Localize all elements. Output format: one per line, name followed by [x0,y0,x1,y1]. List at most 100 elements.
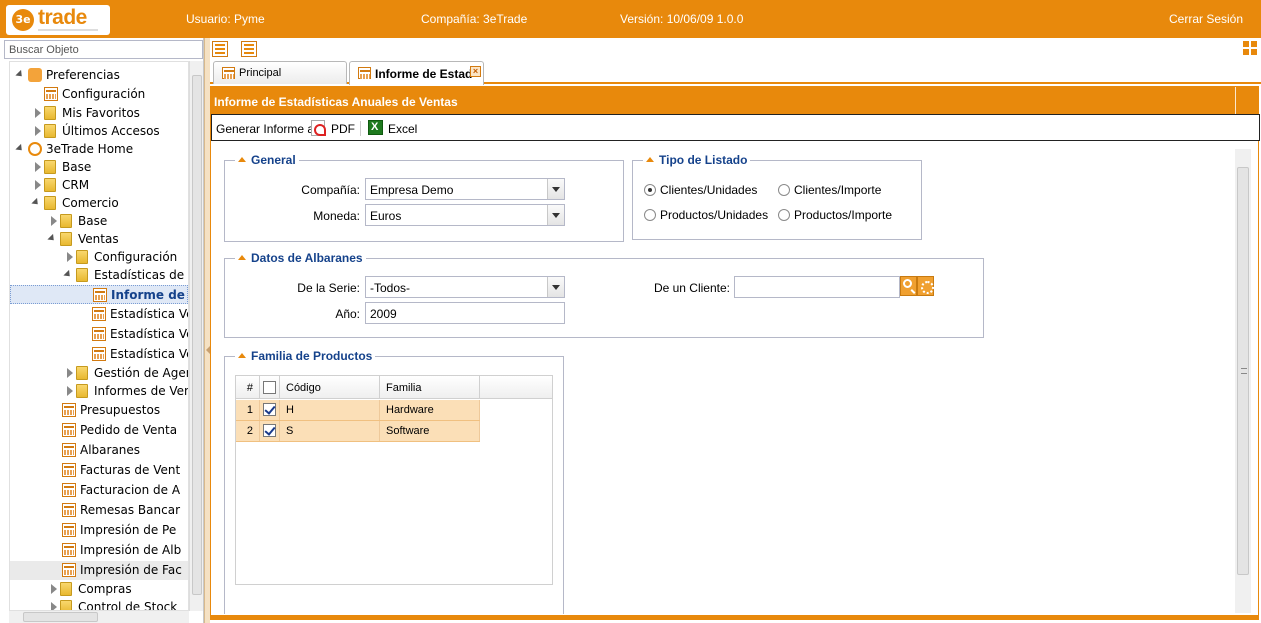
chevron-down-icon[interactable] [547,205,564,225]
cliente-input[interactable] [734,276,900,298]
tree-item[interactable]: Presupuestos [10,401,188,420]
tree-item-label: Últimos Accesos [62,124,160,138]
excel-button[interactable]: Excel [388,122,417,136]
excel-icon[interactable] [368,120,383,135]
tab-principal[interactable]: Principal [213,61,347,84]
tree-item[interactable]: Albaranes [10,441,188,460]
serie-select[interactable]: -Todos- [365,276,565,298]
familia-legend[interactable]: Familia de Productos [235,349,376,363]
collapsed-arrow-icon[interactable] [35,126,41,136]
folder-icon [44,106,56,120]
row-checkbox[interactable] [263,424,276,437]
radio-dot[interactable] [644,184,656,196]
tree-item[interactable]: Estadística Ve [10,345,188,364]
tipo-listado-legend[interactable]: Tipo de Listado [643,153,751,167]
select-all-checkbox[interactable] [263,381,276,394]
tree-item[interactable]: Impresión de Pe [10,521,188,540]
tree-item[interactable]: Impresión de Fac [10,561,188,580]
general-legend[interactable]: General [235,153,299,167]
collapsed-arrow-icon[interactable] [67,368,73,378]
sidebar-horizontal-scrollbar[interactable] [9,611,189,623]
search-icon[interactable] [900,276,917,296]
scrollbar-thumb[interactable] [23,612,98,622]
collapsed-arrow-icon[interactable] [51,584,57,594]
tree-item[interactable]: Gestión de Agent [10,364,188,383]
tree-item-label: Comercio [62,196,119,210]
tree-item[interactable]: Base [10,158,188,177]
tree-item[interactable]: Remesas Bancar [10,501,188,520]
moneda-select[interactable]: Euros [365,204,565,226]
tree-item[interactable]: Últimos Accesos [10,122,188,141]
expanded-arrow-icon[interactable] [63,269,73,280]
collapsed-arrow-icon[interactable] [35,180,41,190]
radio-dot[interactable] [778,184,790,196]
tree-item[interactable]: 3eTrade Home [10,140,188,159]
tree-item[interactable]: Ventas [10,230,188,249]
tree-item[interactable]: Estadística Ve [10,305,188,324]
collapsed-arrow-icon[interactable] [67,386,73,396]
report-icon [62,423,76,437]
tree-item[interactable]: Base [10,212,188,231]
search-input[interactable] [4,40,203,59]
content-vertical-scrollbar[interactable] [1235,149,1251,613]
tree-item[interactable]: Estadísticas de V [10,266,188,285]
datos-albaranes-legend[interactable]: Datos de Albaranes [235,251,366,265]
column-header-codigo[interactable]: Código [280,376,380,398]
tree-item[interactable]: CRM [10,176,188,195]
logout-link[interactable]: Cerrar Sesión [1169,12,1243,26]
collapsed-arrow-icon[interactable] [35,108,41,118]
collapsed-arrow-icon[interactable] [51,216,57,226]
tree-item[interactable]: Control de Stock [10,598,188,610]
chevron-down-icon[interactable] [547,179,564,199]
radio-label: Clientes/Importe [794,183,882,197]
toolbar-separator [360,121,361,136]
tab-informe[interactable]: Informe de Estad × [349,61,484,85]
tree-item[interactable]: Facturas de Vent [10,461,188,480]
report-icon [62,523,76,537]
tree-item[interactable]: Preferencias [10,66,188,85]
table-row[interactable]: 1 H Hardware [236,400,480,421]
pdf-icon[interactable] [311,120,326,136]
tree-item[interactable]: Facturacion de A [10,481,188,500]
tree-item[interactable]: Impresión de Alb [10,541,188,560]
collapsed-arrow-icon[interactable] [51,602,57,610]
compania-select[interactable]: Empresa Demo [365,178,565,200]
tree-item[interactable]: Estadística Ve [10,325,188,344]
tree-item[interactable]: Mis Favoritos [10,104,188,123]
layout-grid-icon[interactable] [1243,41,1257,55]
gear-icon[interactable] [917,276,934,296]
tree-item[interactable]: Configuración [10,248,188,267]
pdf-button[interactable]: PDF [331,122,355,136]
table-row[interactable]: 2 S Software [236,421,480,442]
tree-item[interactable]: Informe de E [10,285,188,304]
expanded-arrow-icon[interactable] [31,197,41,208]
tree-item-label: Impresión de Fac [80,563,182,577]
scrollbar-thumb[interactable] [1237,167,1249,575]
expanded-arrow-icon[interactable] [15,69,25,80]
row-checkbox-cell[interactable] [260,400,280,420]
tab-label: Informe de Estad [375,67,473,81]
anio-input[interactable]: 2009 [365,302,565,324]
radio-dot[interactable] [778,209,790,221]
column-header-checkbox[interactable] [260,376,280,398]
expanded-arrow-icon[interactable] [47,233,57,244]
column-header-number[interactable]: # [236,376,260,398]
column-header-familia[interactable]: Familia [380,376,480,398]
tree-item[interactable]: Configuración [10,85,188,104]
collapse-tree-icon[interactable] [241,41,257,57]
tree-item[interactable]: Comercio [10,194,188,213]
row-checkbox-cell[interactable] [260,421,280,441]
radio-dot[interactable] [644,209,656,221]
expanded-arrow-icon[interactable] [15,143,25,154]
tree-item[interactable]: Informes de Ven [10,382,188,401]
row-checkbox[interactable] [263,403,276,416]
expand-tree-icon[interactable] [212,41,228,57]
scrollbar-thumb[interactable] [192,75,202,595]
sidebar-vertical-scrollbar[interactable] [189,61,203,611]
tree-item[interactable]: Pedido de Venta [10,421,188,440]
close-icon[interactable]: × [470,66,481,77]
chevron-down-icon[interactable] [547,277,564,297]
collapsed-arrow-icon[interactable] [67,252,73,262]
tree-item[interactable]: Compras [10,580,188,599]
collapsed-arrow-icon[interactable] [35,162,41,172]
